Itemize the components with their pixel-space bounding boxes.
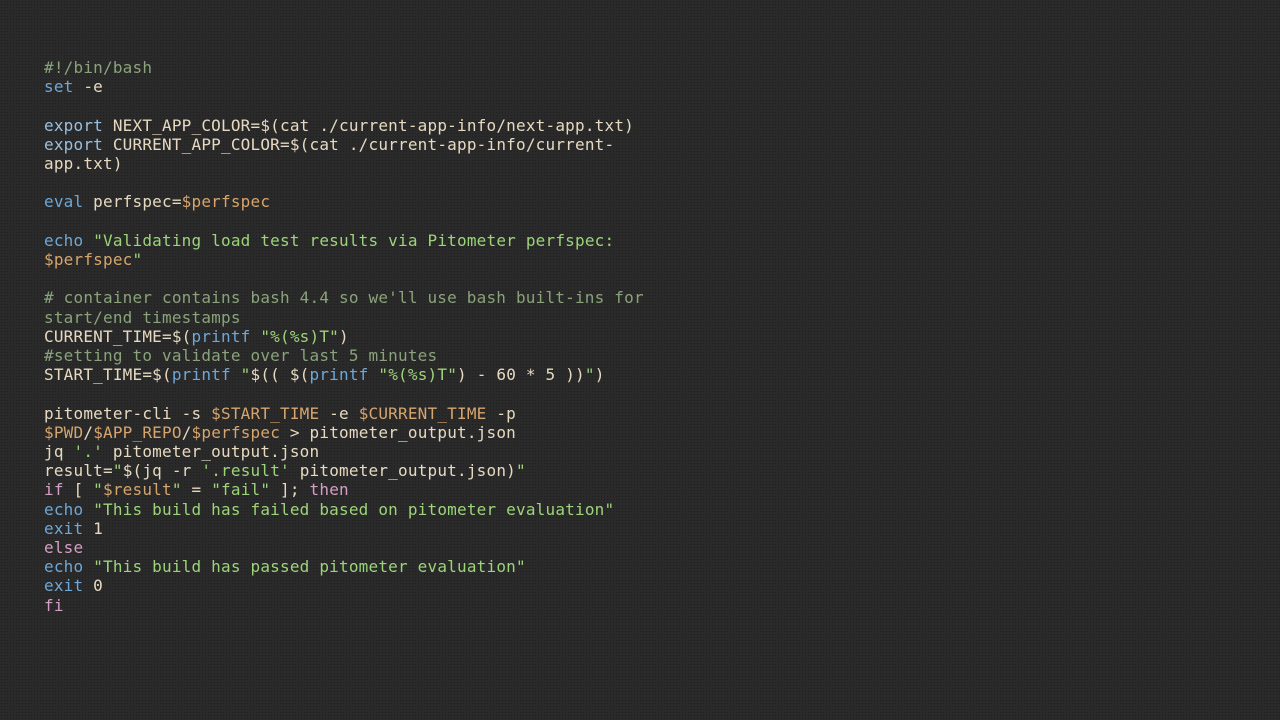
- code-text: ) - 60 * 5 )): [457, 365, 585, 384]
- code-eval: eval: [44, 192, 83, 211]
- code-string: '.': [74, 442, 104, 461]
- code-variable: $perfspec: [192, 423, 281, 442]
- code-else: else: [44, 538, 83, 557]
- code-text: CURRENT_TIME=$(: [44, 327, 192, 346]
- code-printf: printf: [310, 365, 369, 384]
- code-quote: ": [585, 365, 595, 384]
- code-string: '.result': [201, 461, 290, 480]
- code-quote: ": [172, 480, 182, 499]
- code-text: =: [182, 480, 212, 499]
- code-string: "%(%s)T": [260, 327, 339, 346]
- code-quote: ": [241, 365, 251, 384]
- code-string: "%(%s)T": [378, 365, 457, 384]
- code-quote: ": [516, 461, 526, 480]
- code-text: result=: [44, 461, 113, 480]
- code-text: > pitometer_output.json: [280, 423, 516, 442]
- code-then: then: [310, 480, 349, 499]
- code-text: perfspec=: [83, 192, 181, 211]
- code-variable: $APP_REPO: [93, 423, 182, 442]
- code-string: "This build has failed based on pitomete…: [93, 500, 614, 519]
- code-block: #!/bin/bash set -e export NEXT_APP_COLOR…: [0, 0, 688, 673]
- code-text: ];: [270, 480, 309, 499]
- code-variable: $CURRENT_TIME: [359, 404, 487, 423]
- code-echo: echo: [44, 500, 83, 519]
- code-variable: $result: [103, 480, 172, 499]
- code-echo: echo: [44, 231, 83, 250]
- code-if: if: [44, 480, 64, 499]
- code-space: [83, 231, 93, 250]
- code-fi: fi: [44, 596, 64, 615]
- code-slash: /: [182, 423, 192, 442]
- code-quote: ": [93, 480, 103, 499]
- code-printf: printf: [192, 327, 251, 346]
- code-number: 1: [83, 519, 103, 538]
- code-eq: =$(: [280, 135, 310, 154]
- code-variable: $perfspec: [182, 192, 271, 211]
- code-variable: $perfspec: [44, 250, 133, 269]
- code-echo: echo: [44, 557, 83, 576]
- code-text: pitometer_output.json: [103, 442, 319, 461]
- code-export: export: [44, 135, 103, 154]
- code-text: -e: [319, 404, 358, 423]
- code-space: [83, 557, 93, 576]
- code-close: ): [624, 116, 634, 135]
- code-set-opt: -e: [74, 77, 104, 96]
- code-quote: ": [113, 461, 123, 480]
- code-string: "This build has passed pitometer evaluat…: [93, 557, 526, 576]
- code-space: [83, 500, 93, 519]
- code-number: 0: [83, 576, 103, 595]
- code-exit: exit: [44, 519, 83, 538]
- code-text: [: [64, 480, 94, 499]
- code-exit: exit: [44, 576, 83, 595]
- code-set: set: [44, 77, 74, 96]
- code-text: $(jq -r: [123, 461, 202, 480]
- code-text: pitometer_output.json): [290, 461, 516, 480]
- code-variable: $PWD: [44, 423, 83, 442]
- code-text: START_TIME=$(: [44, 365, 172, 384]
- code-comment: # container contains bash 4.4 so we'll u…: [44, 288, 654, 326]
- code-export: export: [44, 116, 103, 135]
- code-slash: /: [83, 423, 93, 442]
- code-text: pitometer-cli -s: [44, 404, 211, 423]
- code-close: ): [339, 327, 349, 346]
- code-text: jq: [44, 442, 74, 461]
- code-eq: =$(: [251, 116, 281, 135]
- code-space: [251, 327, 261, 346]
- code-comment: #setting to validate over last 5 minutes: [44, 346, 437, 365]
- code-close: ): [595, 365, 605, 384]
- code-var-name: NEXT_APP_COLOR: [103, 116, 251, 135]
- code-var-name: CURRENT_APP_COLOR: [103, 135, 280, 154]
- code-string: "Validating load test results via Pitome…: [93, 231, 624, 250]
- code-printf: printf: [172, 365, 231, 384]
- code-string: ": [133, 250, 143, 269]
- code-space: [231, 365, 241, 384]
- code-text: -p: [487, 404, 526, 423]
- code-string: "fail": [211, 480, 270, 499]
- code-close: ): [113, 154, 123, 173]
- code-shebang: #!/bin/bash: [44, 58, 152, 77]
- code-cmd: cat ./current-app-info/next-app.txt: [280, 116, 624, 135]
- code-variable: $START_TIME: [211, 404, 319, 423]
- code-text: $(( $(: [251, 365, 310, 384]
- code-space: [369, 365, 379, 384]
